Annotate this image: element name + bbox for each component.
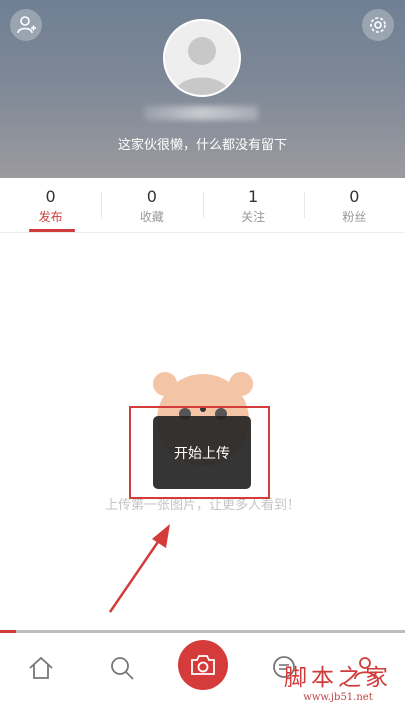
stat-label: 粉丝 bbox=[342, 210, 367, 224]
search-icon bbox=[110, 657, 134, 680]
stat-label: 发布 bbox=[38, 210, 63, 224]
profile-header: 这家伙很懒，什么都没有留下 bbox=[0, 0, 405, 178]
nav-search[interactable] bbox=[97, 648, 147, 688]
nav-camera[interactable] bbox=[177, 640, 228, 690]
site-watermark: 脚本之家 www.jb51.net bbox=[274, 665, 402, 705]
gear-icon bbox=[370, 17, 386, 33]
active-tab-indicator bbox=[29, 229, 75, 232]
watermark-title: 脚本之家 bbox=[284, 665, 392, 691]
stat-following[interactable]: 1 关注 bbox=[202, 178, 304, 232]
stat-count: 1 bbox=[248, 187, 259, 206]
annotation-arrow-icon bbox=[108, 524, 170, 613]
camera-button[interactable] bbox=[177, 640, 228, 690]
stats-bar: 0 发布 0 收藏 1 关注 0 粉丝 bbox=[0, 178, 405, 233]
add-user-icon bbox=[17, 16, 36, 34]
stat-followers[interactable]: 0 粉丝 bbox=[303, 178, 405, 232]
username-blurred bbox=[144, 106, 258, 120]
stat-posts[interactable]: 0 发布 bbox=[0, 178, 101, 232]
stat-count: 0 bbox=[349, 187, 360, 206]
stat-label: 关注 bbox=[241, 210, 266, 224]
stat-label: 收藏 bbox=[139, 210, 164, 224]
home-icon bbox=[28, 656, 53, 679]
profile-bio: 这家伙很懒，什么都没有留下 bbox=[117, 138, 287, 153]
nav-home[interactable] bbox=[16, 648, 66, 688]
camera-icon bbox=[190, 655, 215, 675]
highlight-box bbox=[129, 406, 270, 499]
settings-button[interactable] bbox=[362, 9, 394, 41]
stat-count: 0 bbox=[45, 187, 56, 206]
avatar[interactable] bbox=[163, 19, 241, 97]
watermark-url: www.jb51.net bbox=[303, 692, 373, 703]
stat-favorites[interactable]: 0 收藏 bbox=[101, 178, 202, 232]
stat-count: 0 bbox=[146, 187, 157, 206]
add-friend-button[interactable] bbox=[10, 9, 42, 41]
default-avatar-icon bbox=[173, 37, 231, 95]
